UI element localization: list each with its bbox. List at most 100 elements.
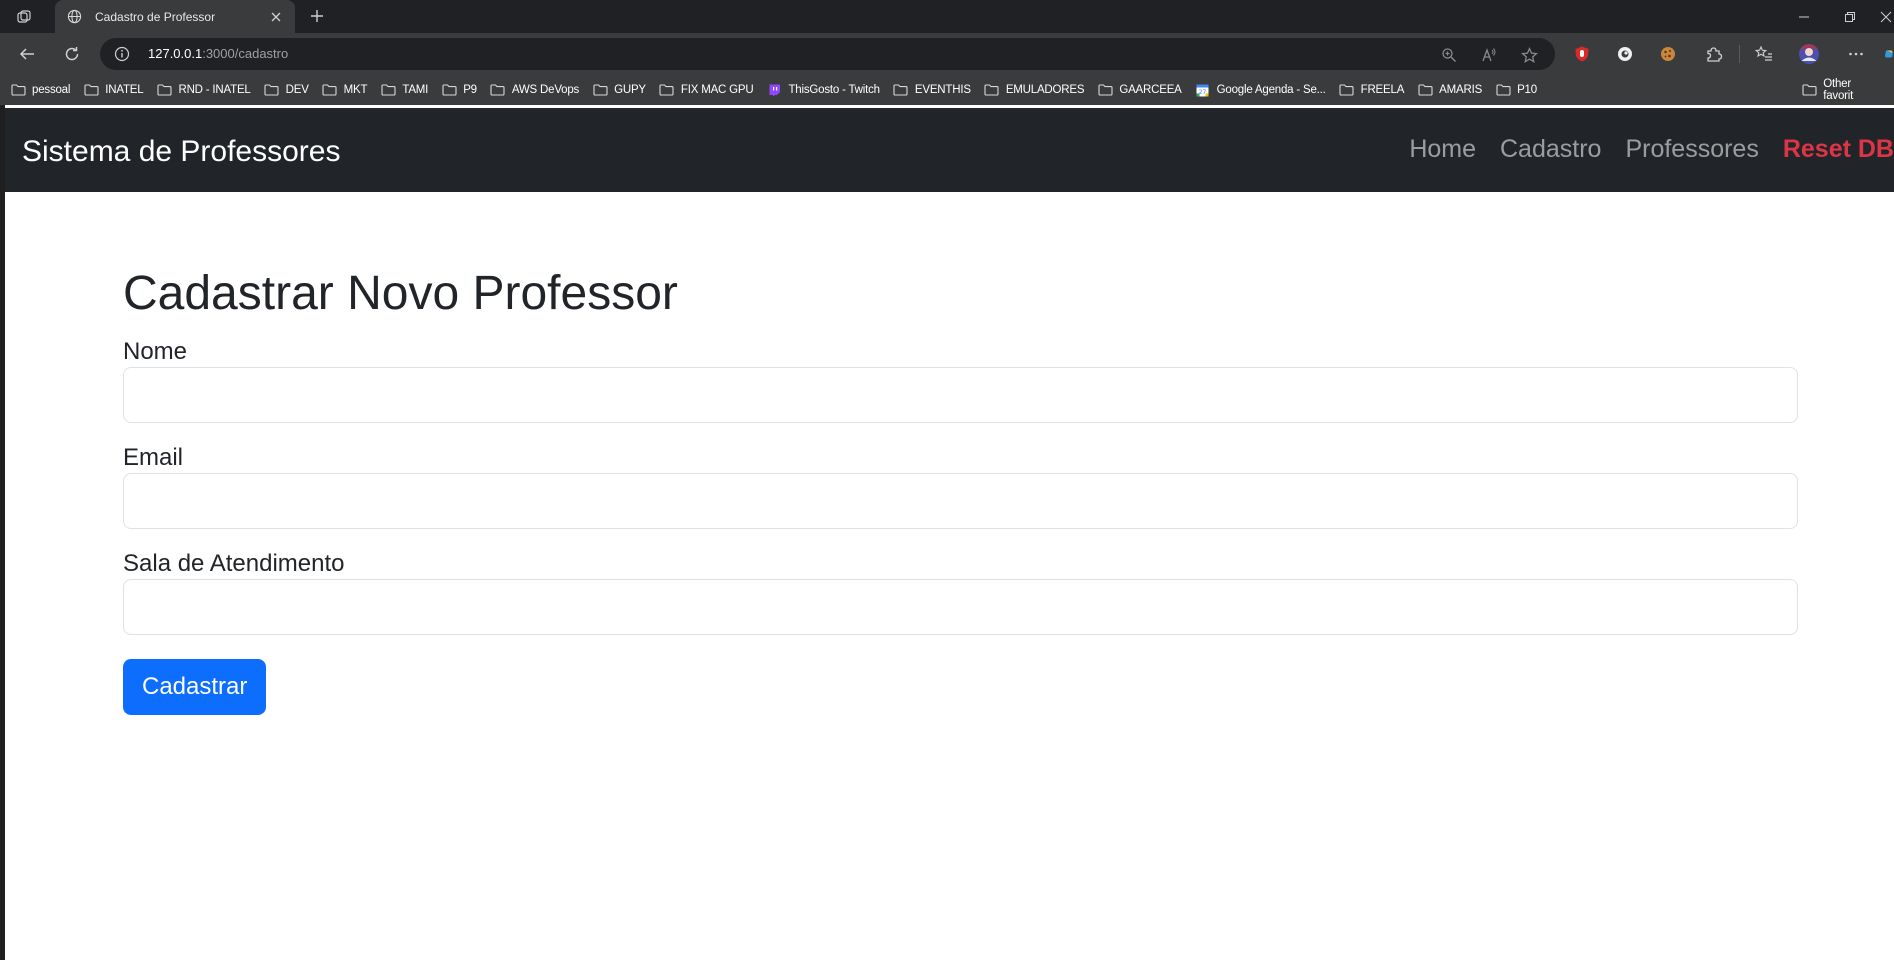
bookmark-item[interactable]: TAMI — [380, 83, 428, 97]
bookmark-other-favorites[interactable]: Other favorit — [1802, 75, 1881, 105]
folder-icon — [659, 83, 675, 97]
bookmark-item[interactable]: GAARCEEA — [1097, 83, 1182, 97]
folder-icon — [592, 83, 608, 97]
close-window-icon[interactable] — [1880, 6, 1894, 28]
bookmark-item[interactable]: INATEL — [83, 83, 144, 97]
cookie-icon[interactable] — [1658, 44, 1678, 64]
bookmark-label: EMULADORES — [1005, 84, 1085, 96]
bookmark-label: MKT — [343, 84, 368, 96]
bookmark-label: EVENTHIS — [914, 84, 971, 96]
folder-icon — [441, 83, 457, 97]
extension-red-icon[interactable] — [1572, 44, 1592, 64]
bookmark-label: ThisGosto - Twitch — [788, 84, 880, 96]
folder-icon — [380, 83, 396, 97]
folder-icon — [1417, 83, 1433, 97]
email-label: Email — [123, 444, 184, 471]
bookmark-item[interactable]: AMARIS — [1417, 83, 1482, 97]
read-aloud-icon[interactable] — [1480, 46, 1498, 64]
sala-input[interactable] — [123, 579, 1798, 635]
minimize-icon[interactable] — [1792, 6, 1816, 28]
browser-toolbar: 127.0.0.1:3000/cadastro — [0, 33, 1894, 75]
bookmark-label: AWS DeVops — [511, 84, 580, 96]
bookmark-item[interactable]: EMULADORES — [984, 83, 1085, 97]
bookmark-item[interactable]: MKT — [322, 83, 368, 97]
folder-icon — [1339, 83, 1355, 97]
nav-link-professores[interactable]: Professores — [1625, 135, 1758, 164]
bookmark-label: GAARCEEA — [1119, 84, 1182, 96]
navbar-links: Home Cadastro Professores Reset DB — [1385, 135, 1894, 164]
bookmark-item[interactable]: P10 — [1495, 83, 1537, 97]
nav-link-home[interactable]: Home — [1409, 135, 1476, 164]
tab-actions-icon[interactable] — [14, 7, 34, 27]
close-tab-icon[interactable] — [267, 8, 285, 26]
bookmark-label: Other favorit — [1823, 78, 1854, 102]
copilot-icon[interactable] — [1884, 44, 1894, 64]
extension-white-icon[interactable] — [1615, 44, 1635, 64]
bookmark-label: P10 — [1517, 84, 1537, 96]
bookmark-label: GUPY — [614, 84, 646, 96]
reload-icon[interactable] — [60, 42, 84, 66]
folder-icon — [10, 83, 26, 97]
folder-icon — [83, 83, 99, 97]
bookmarks-list: pessoal INATEL RND - INATEL DEV MKT TAMI P9 AWS… — [10, 75, 1550, 105]
globe-icon — [65, 8, 83, 26]
bookmark-label: TAMI — [402, 84, 429, 96]
twitch-icon — [766, 83, 782, 97]
folder-icon — [490, 83, 506, 97]
cadastrar-button[interactable]: Cadastrar — [123, 659, 267, 715]
nome-input[interactable] — [123, 367, 1798, 423]
bookmark-item[interactable]: EVENTHIS — [893, 83, 971, 97]
folder-icon — [1802, 83, 1817, 97]
bookmark-item[interactable]: P9 — [441, 83, 477, 97]
back-icon[interactable] — [15, 42, 39, 66]
folder-icon — [322, 83, 338, 97]
favorites-list-icon[interactable] — [1754, 44, 1774, 64]
folder-icon — [1495, 83, 1511, 97]
more-options-icon[interactable] — [1846, 44, 1866, 64]
bookmark-item[interactable]: FIX MAC GPU — [659, 83, 754, 97]
url-host: 127.0.0.1 — [148, 46, 203, 61]
bookmark-label: FREELA — [1360, 84, 1405, 96]
browser-tab-active[interactable]: Cadastro de Professor — [55, 0, 295, 33]
svg-text:27: 27 — [1199, 89, 1207, 96]
page-title: Cadastrar Novo Professor — [123, 267, 678, 320]
email-input[interactable] — [123, 473, 1798, 529]
nome-label: Nome — [123, 338, 188, 365]
url-text[interactable]: 127.0.0.1:3000/cadastro — [148, 46, 288, 61]
navbar: Sistema de Professores Home Cadastro Pro… — [5, 108, 1894, 192]
bookmark-label: pessoal — [32, 84, 71, 96]
folder-icon — [156, 83, 172, 97]
bookmark-label: P9 — [463, 84, 477, 96]
web-page: Sistema de Professores Home Cadastro Pro… — [0, 105, 1894, 960]
bookmark-label: RND - INATEL — [178, 84, 251, 96]
profile-avatar-icon[interactable] — [1797, 42, 1821, 66]
folder-icon — [264, 83, 280, 97]
navbar-brand[interactable]: Sistema de Professores — [22, 135, 340, 169]
favorite-star-icon[interactable] — [1520, 46, 1538, 64]
bookmark-item[interactable]: DEV — [264, 83, 309, 97]
bookmark-label: INATEL — [105, 84, 144, 96]
new-tab-icon[interactable] — [306, 5, 328, 27]
bookmark-item[interactable]: pessoal — [10, 83, 70, 97]
address-bar[interactable]: 127.0.0.1:3000/cadastro — [100, 38, 1555, 70]
form-container: Cadastrar Novo Professor Nome Email Sala… — [123, 265, 1798, 715]
nav-link-reset-db[interactable]: Reset DB — [1783, 135, 1894, 164]
calendar-icon: 27 — [1195, 83, 1211, 97]
tab-title: Cadastro de Professor — [95, 9, 216, 24]
folder-icon — [1097, 83, 1113, 97]
window-edge — [0, 105, 5, 960]
bookmark-item[interactable]: AWS DeVops — [490, 83, 579, 97]
bookmark-item[interactable]: GUPY — [592, 83, 646, 97]
zoom-icon[interactable] — [1440, 46, 1458, 64]
bookmark-item[interactable]: RND - INATEL — [156, 83, 251, 97]
nav-link-cadastro[interactable]: Cadastro — [1500, 135, 1601, 164]
bookmark-item[interactable]: FREELA — [1339, 83, 1405, 97]
bookmark-item[interactable]: ThisGosto - Twitch — [766, 83, 880, 97]
restore-icon[interactable] — [1838, 6, 1862, 28]
toolbar-divider — [1739, 45, 1740, 63]
extensions-puzzle-icon[interactable] — [1704, 44, 1724, 64]
bookmark-label: DEV — [285, 84, 309, 96]
sala-label: Sala de Atendimento — [123, 550, 345, 577]
site-info-icon[interactable] — [114, 46, 130, 62]
bookmark-item[interactable]: 27 Google Agenda - Se... — [1195, 83, 1326, 97]
